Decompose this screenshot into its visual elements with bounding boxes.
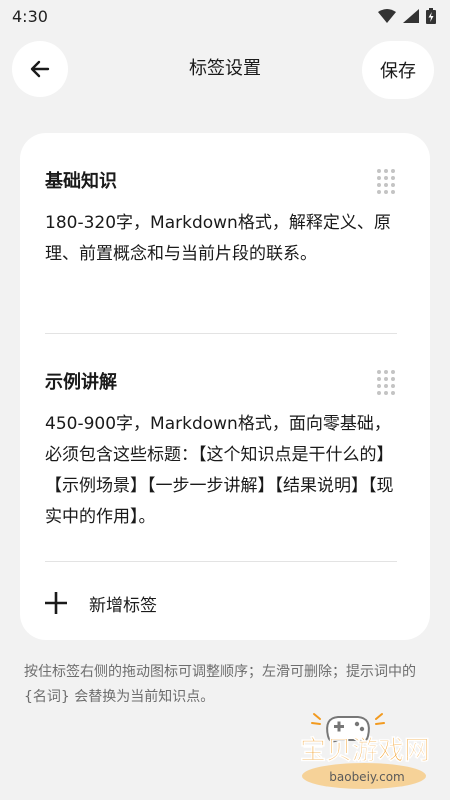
tag-item[interactable]: 示例讲解 450-900字，Markdown格式，面向零基础，必须包含这些标题：… — [45, 369, 397, 533]
plus-icon — [45, 592, 67, 614]
app-header: 标签设置 保存 — [0, 40, 450, 102]
drag-handle-icon[interactable] — [375, 369, 397, 397]
tag-item[interactable]: 基础知识 180-320字，Markdown格式，解释定义、原理、前置概念和与当… — [45, 168, 397, 270]
status-icons — [378, 8, 436, 24]
add-tag-label: 新增标签 — [89, 595, 157, 616]
tag-list-card: 基础知识 180-320字，Markdown格式，解释定义、原理、前置概念和与当… — [20, 133, 430, 640]
divider — [45, 333, 397, 334]
signal-icon — [403, 9, 419, 23]
save-button[interactable]: 保存 — [362, 41, 434, 99]
watermark-logo: 宝贝游戏网 baobeiy.com — [300, 713, 430, 789]
drag-handle-icon[interactable] — [375, 168, 397, 196]
divider — [45, 561, 397, 562]
tag-name: 基础知识 — [45, 171, 117, 192]
battery-icon — [426, 8, 436, 24]
wifi-icon — [378, 9, 396, 23]
status-bar: 4:30 — [0, 0, 450, 32]
watermark-url: baobeiy.com — [329, 770, 404, 784]
tag-name: 示例讲解 — [45, 372, 117, 393]
add-tag-button[interactable]: 新增标签 — [45, 583, 397, 623]
hint-text: 按住标签右侧的拖动图标可调整顺序；左滑可删除；提示词中的 {名词} 会替换为当前… — [24, 664, 416, 705]
watermark-brand: 宝贝游戏网 — [300, 735, 430, 766]
tag-description: 450-900字，Markdown格式，面向零基础，必须包含这些标题：【这个知识… — [45, 414, 394, 527]
status-time: 4:30 — [12, 6, 48, 26]
tag-description: 180-320字，Markdown格式，解释定义、原理、前置概念和与当前片段的联… — [45, 213, 391, 264]
